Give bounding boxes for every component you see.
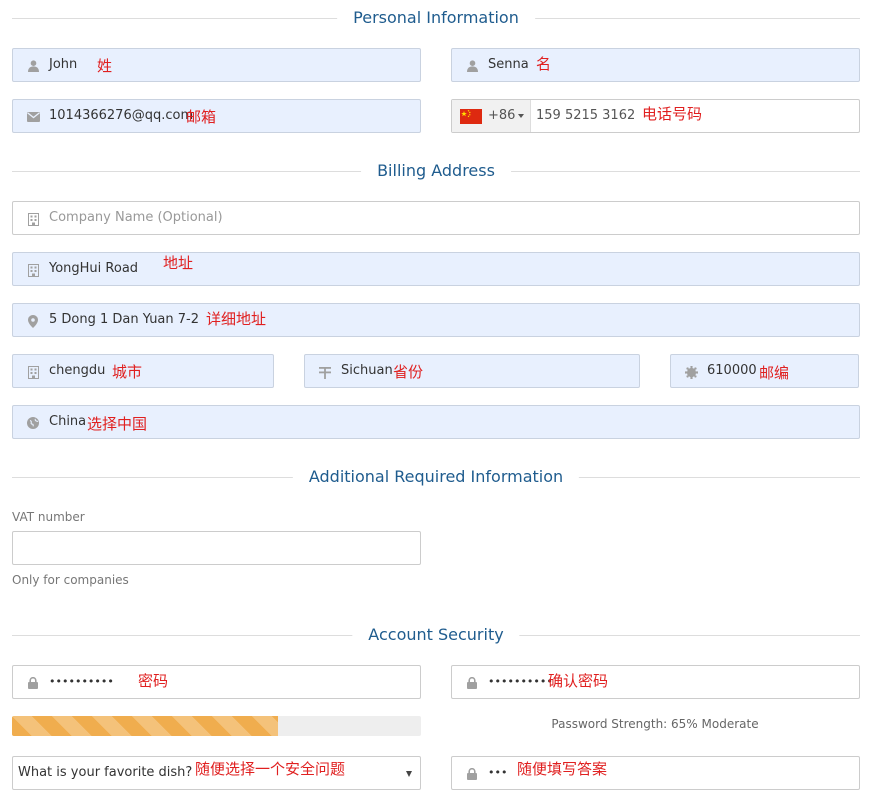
user-icon [26,59,40,73]
email-input[interactable]: 1014366276@qq.com [12,99,421,133]
postcode-annotation: 邮编 [759,364,790,382]
postcode-value: 610000 [707,363,757,378]
section-title-additional: Additional Required Information [292,467,580,487]
dial-code: +86 [488,108,516,123]
building-icon [26,263,40,277]
company-name-placeholder: Company Name (Optional) [49,210,223,225]
section-additional-info: Additional Required Information [12,467,860,487]
phone-value: 159 5215 3162 [536,108,636,123]
address-line2-value: 5 Dong 1 Dan Yuan 7-2 [49,312,200,327]
country-code-dropdown[interactable]: +86 [452,100,531,132]
state-value: Sichuan [341,363,393,378]
confirm-password-value: •••••••••• [488,675,553,688]
security-answer-annotation: 随便填写答案 [517,760,608,778]
section-personal-information: Personal Information [12,8,860,28]
last-name-annotation: 名 [536,55,552,73]
vat-number-input[interactable] [12,531,421,565]
state-annotation: 省份 [393,363,424,381]
security-question-annotation: 随便选择一个安全问题 [195,760,346,778]
country-annotation: 选择中国 [87,415,148,433]
section-account-security: Account Security [12,625,860,645]
lock-icon [26,676,40,690]
china-flag-icon [460,109,482,124]
last-name-value: Senna [488,57,529,72]
address-line2-annotation: 详细地址 [206,310,267,328]
address-line2-input[interactable]: 5 Dong 1 Dan Yuan 7-2 [12,303,860,337]
email-value: 1014366276@qq.com [49,108,194,123]
user-icon [465,59,479,73]
address-line1-annotation: 地址 [163,254,194,272]
state-input[interactable]: Sichuan [304,354,640,388]
password-annotation: 密码 [138,672,169,690]
city-annotation: 城市 [112,363,143,381]
password-strength-fill [12,716,278,736]
vat-help-text: Only for companies [12,573,129,587]
confirm-password-annotation: 确认密码 [548,672,609,690]
lock-icon [465,767,479,781]
city-input[interactable]: chengdu [12,354,274,388]
chevron-down-icon [518,114,524,118]
security-answer-input[interactable]: ••• [451,756,860,790]
first-name-input[interactable]: John [12,48,421,82]
security-answer-value: ••• [488,766,508,779]
address-line1-input[interactable]: YongHui Road [12,252,860,286]
building-icon [26,212,40,226]
envelope-icon [26,110,40,124]
city-value: chengdu [49,363,106,378]
password-strength-bar [12,716,421,736]
security-question-value: What is your favorite dish? [18,765,193,780]
map-marker-icon [26,314,40,328]
email-annotation: 邮箱 [186,108,217,126]
password-strength-text: Password Strength: 65% Moderate [551,717,759,731]
address-line1-value: YongHui Road [49,261,139,276]
password-value: •••••••••• [49,675,114,688]
phone-annotation: 电话号码 [642,105,703,123]
globe-icon [26,416,40,430]
lock-icon [465,676,479,690]
password-input[interactable]: •••••••••• [12,665,421,699]
company-name-input[interactable]: Company Name (Optional) [12,201,860,235]
state-icon [318,365,332,379]
confirm-password-input[interactable]: •••••••••• [451,665,860,699]
section-title-security: Account Security [352,625,520,645]
last-name-input[interactable]: Senna [451,48,860,82]
country-value: China [49,414,87,429]
section-title-personal: Personal Information [337,8,535,28]
first-name-annotation: 姓 [97,57,113,75]
section-title-billing: Billing Address [361,161,511,181]
first-name-value: John [49,57,78,72]
building-icon [26,365,40,379]
caret-down-icon [406,771,412,777]
vat-label: VAT number [12,510,85,524]
certificate-icon [684,365,698,379]
section-billing-address: Billing Address [12,161,860,181]
